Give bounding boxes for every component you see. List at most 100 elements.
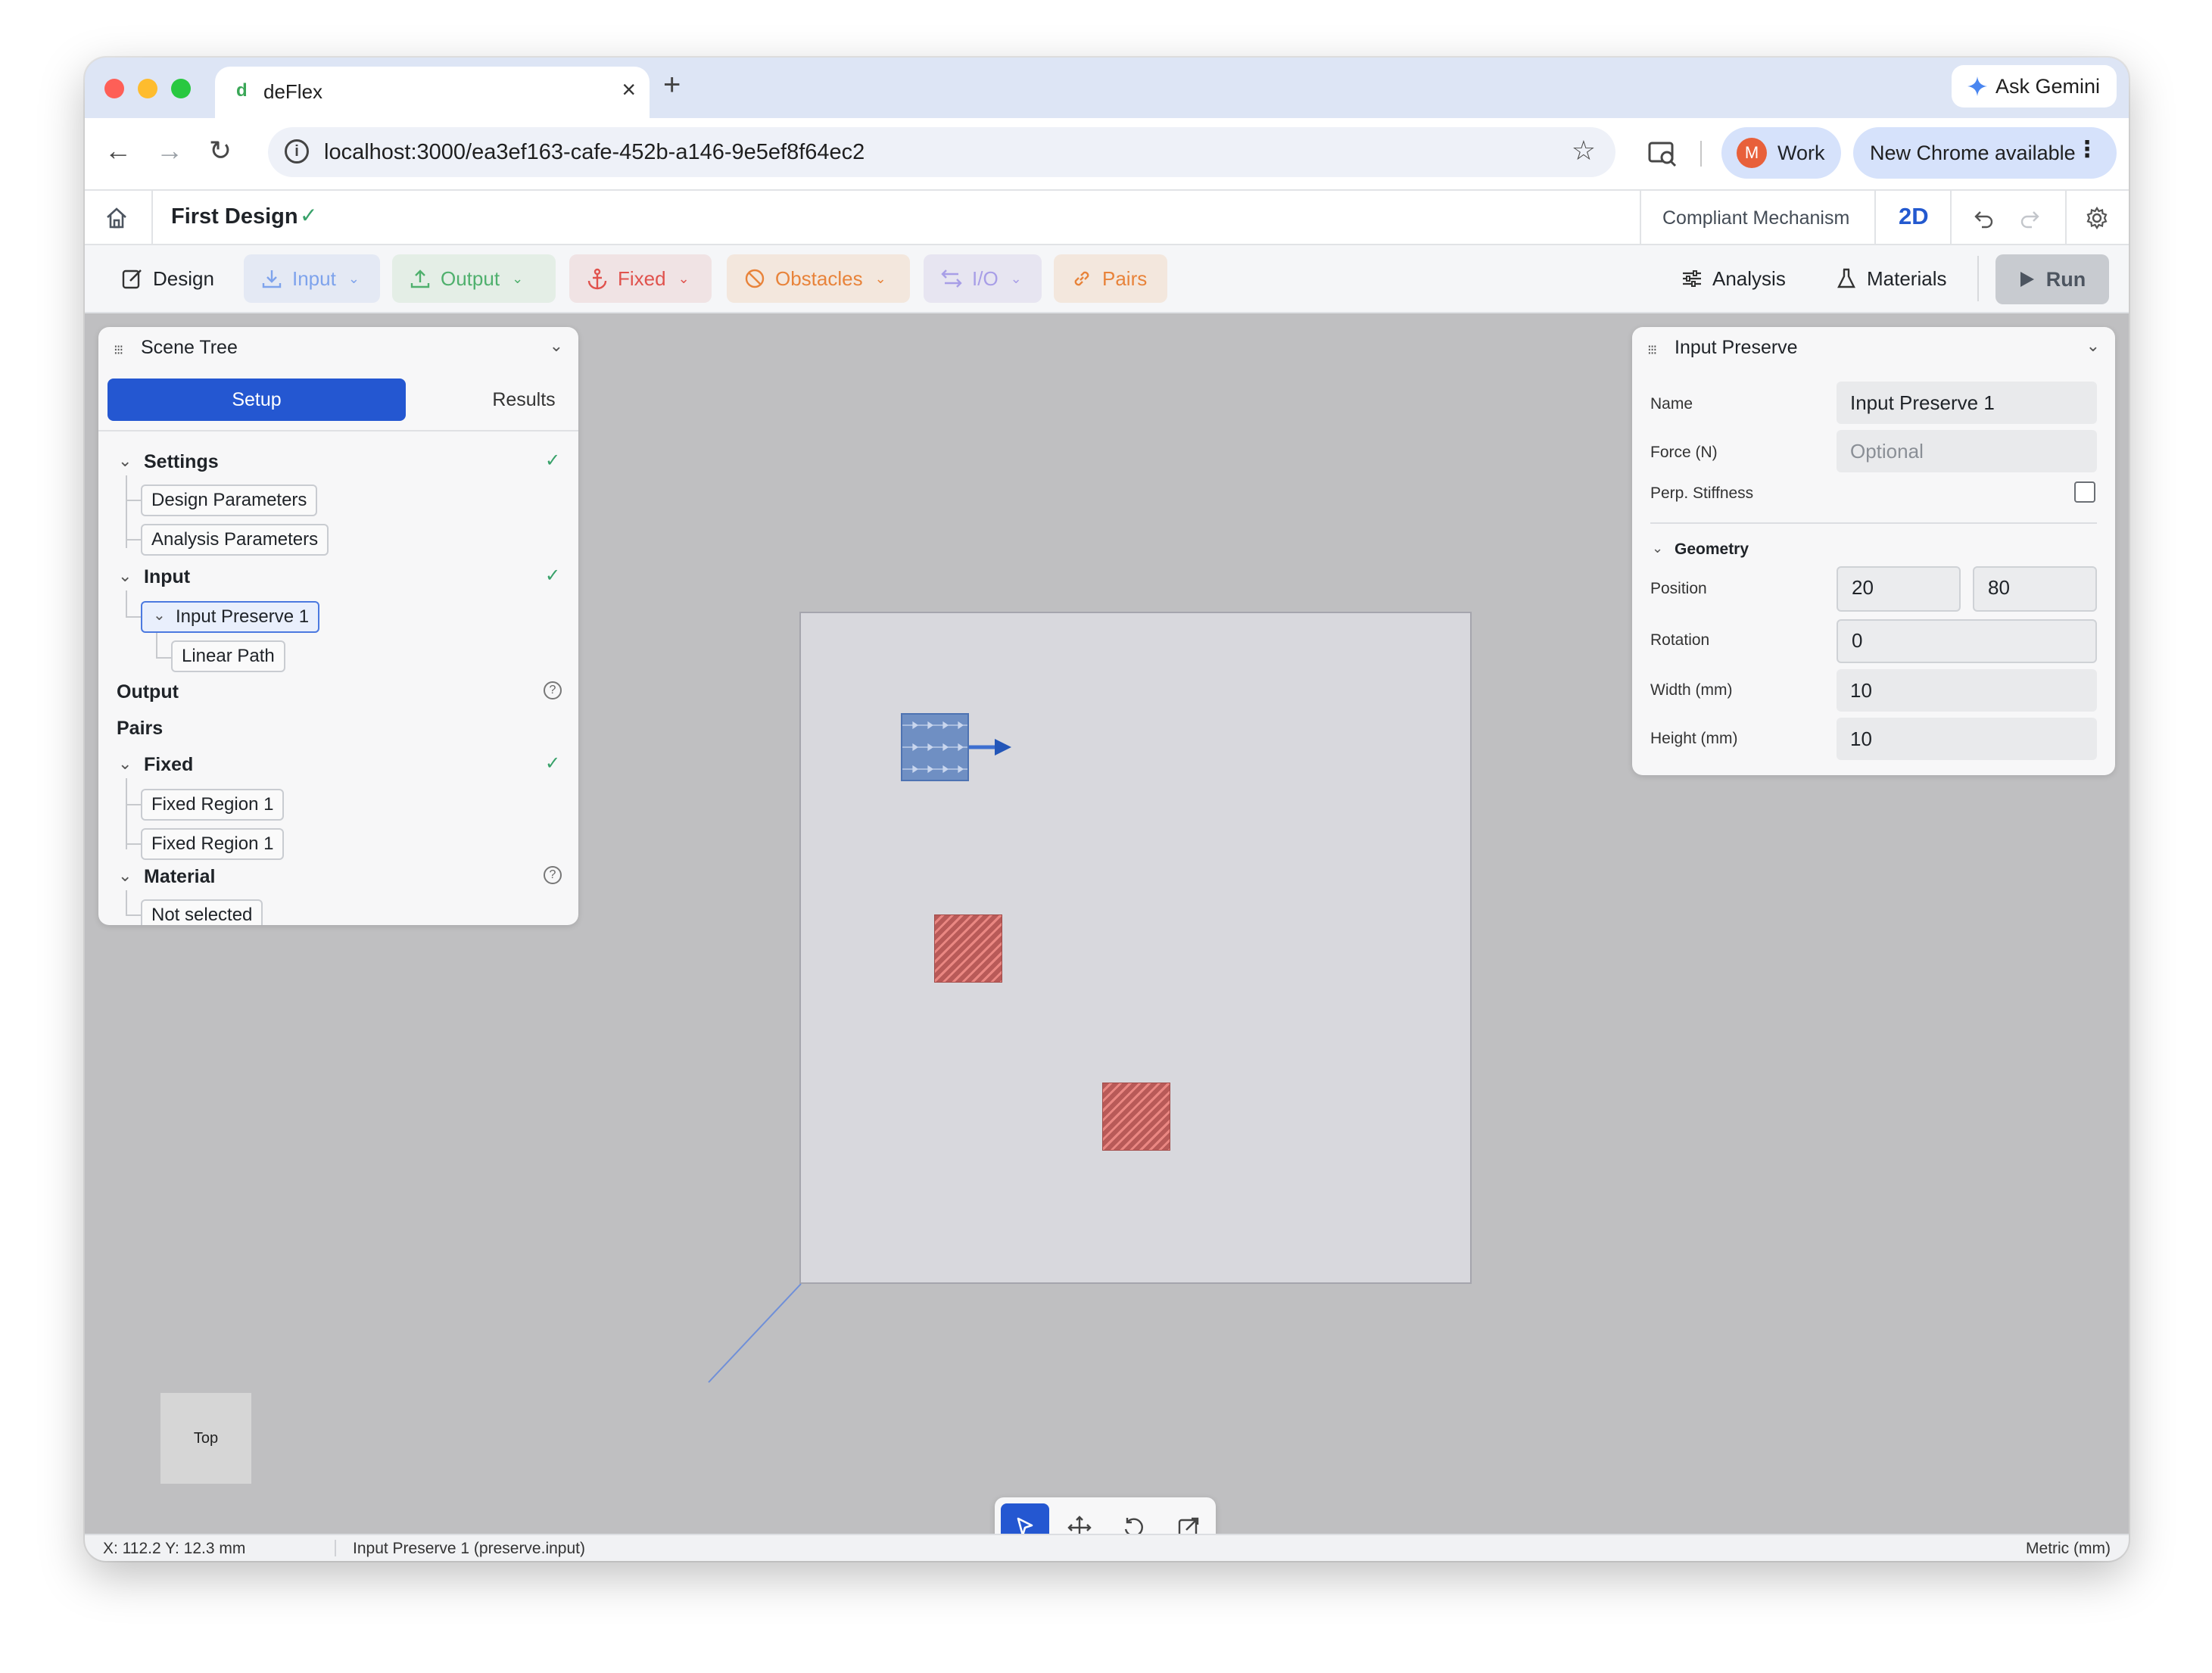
tab-setup[interactable]: Setup: [107, 379, 406, 421]
design-title[interactable]: First Design: [171, 204, 298, 229]
pairs-button[interactable]: Pairs: [1054, 254, 1167, 303]
forward-icon[interactable]: →: [156, 135, 183, 167]
browser-window: d deFlex × + Ask Gemini ← → ↻ i localhos…: [85, 58, 2129, 1561]
app-header: First Design ✓ Compliant Mechanism 2D: [85, 189, 2129, 245]
rotation-field[interactable]: 0: [1837, 619, 2097, 663]
avatar: M: [1737, 138, 1767, 168]
edit-icon: [122, 269, 142, 289]
scene-tree-title: Scene Tree: [141, 337, 238, 358]
input-direction-arrow-icon[interactable]: [969, 736, 1014, 759]
materials-button[interactable]: Materials: [1818, 254, 1963, 303]
mode-selector[interactable]: Compliant Mechanism: [1662, 207, 1849, 229]
chevron-down-icon[interactable]: ⌄: [118, 754, 132, 774]
tree-line: [156, 657, 171, 659]
fixed-region[interactable]: [934, 914, 1002, 983]
collapse-chevron-icon[interactable]: ⌄: [550, 336, 563, 356]
units-indicator[interactable]: Metric (mm): [2026, 1540, 2111, 1558]
fixed-button[interactable]: Fixed ⌄: [569, 254, 712, 303]
tree-section-input[interactable]: Input: [144, 566, 190, 588]
undo-icon[interactable]: [1973, 207, 1995, 230]
design-domain[interactable]: [799, 612, 1472, 1284]
run-button[interactable]: Run: [1995, 254, 2109, 304]
tree-line: [156, 633, 157, 659]
chevron-down-icon[interactable]: ⌄: [118, 866, 132, 886]
view-2d-toggle[interactable]: 2D: [1899, 203, 1929, 230]
help-icon[interactable]: ?: [544, 866, 562, 884]
position-y-field[interactable]: 80: [1973, 566, 2097, 612]
download-icon: [262, 270, 282, 288]
tree-section-fixed[interactable]: Fixed: [144, 754, 193, 776]
tab-results[interactable]: Results: [425, 379, 622, 421]
tree-section-pairs[interactable]: Pairs: [117, 718, 163, 740]
url-text[interactable]: localhost:3000/ea3ef163-cafe-452b-a146-9…: [324, 140, 865, 165]
profile-button[interactable]: M Work: [1721, 127, 1841, 179]
materials-label: Materials: [1867, 266, 1947, 290]
site-info-icon[interactable]: i: [285, 139, 309, 164]
obstacles-button[interactable]: Obstacles ⌄: [727, 254, 910, 303]
kebab-menu-icon[interactable]: ⋮: [2076, 136, 2098, 163]
position-x-field[interactable]: 20: [1837, 566, 1961, 612]
drag-handle-icon[interactable]: ⁝⁝⁝: [114, 342, 123, 358]
settings-gear-icon[interactable]: [2085, 206, 2109, 230]
anchor-icon: [587, 268, 607, 290]
name-field[interactable]: Input Preserve 1: [1837, 382, 2097, 424]
chevron-down-icon[interactable]: ⌄: [153, 601, 166, 630]
chevron-down-icon[interactable]: ⌄: [1652, 541, 1663, 556]
new-tab-icon[interactable]: +: [663, 68, 681, 102]
width-field[interactable]: 10: [1837, 669, 2097, 712]
chrome-update-button[interactable]: New Chrome available ⋮: [1853, 127, 2117, 179]
tree-line: [126, 778, 127, 849]
header-divider: [1950, 191, 1952, 245]
header-divider: [151, 191, 153, 245]
force-field[interactable]: Optional: [1837, 430, 2097, 472]
design-button[interactable]: Design: [104, 254, 231, 303]
home-icon[interactable]: [104, 206, 129, 230]
geometry-section-title[interactable]: Geometry: [1675, 541, 1749, 559]
collapse-chevron-icon[interactable]: ⌄: [2086, 336, 2100, 356]
chevron-down-icon[interactable]: ⌄: [118, 451, 132, 471]
minimize-window-button[interactable]: [138, 79, 157, 98]
help-icon[interactable]: ?: [544, 681, 562, 699]
ask-gemini-button[interactable]: Ask Gemini: [1951, 65, 2117, 107]
bookmark-star-icon[interactable]: ☆: [1572, 135, 1596, 167]
drag-handle-icon[interactable]: ⁝⁝⁝: [1647, 342, 1657, 358]
tree-section-material[interactable]: Material: [144, 866, 215, 888]
height-field[interactable]: 10: [1837, 718, 2097, 760]
close-tab-icon[interactable]: ×: [622, 76, 636, 104]
check-icon: ✓: [545, 565, 561, 586]
chevron-down-icon[interactable]: ⌄: [118, 566, 132, 586]
output-button[interactable]: Output ⌄: [392, 254, 556, 303]
back-icon[interactable]: ←: [104, 135, 132, 167]
tree-item-material-value[interactable]: Not selected: [141, 899, 263, 925]
header-divider: [1874, 191, 1876, 245]
fixed-region[interactable]: [1102, 1083, 1170, 1151]
browser-tab[interactable]: d deFlex ×: [215, 67, 650, 118]
viewport-canvas[interactable]: ⁝⁝⁝ Scene Tree ⌄ Setup Results ⌄ Setting…: [85, 313, 2129, 1558]
tree-item-design-parameters[interactable]: Design Parameters: [141, 484, 318, 516]
tree-section-output[interactable]: Output: [117, 681, 179, 703]
view-cube[interactable]: Top: [160, 1393, 251, 1484]
tree-item-fixed-region[interactable]: Fixed Region 1: [141, 789, 285, 821]
tree-item-analysis-parameters[interactable]: Analysis Parameters: [141, 524, 329, 556]
io-button[interactable]: I/O ⌄: [924, 254, 1042, 303]
toolbar-divider: [1700, 141, 1702, 167]
tree-item-input-preserve[interactable]: ⌄ Input Preserve 1: [141, 601, 320, 633]
tree-section-settings[interactable]: Settings: [144, 451, 219, 473]
maximize-window-button[interactable]: [171, 79, 191, 98]
input-preserve-region[interactable]: [901, 713, 969, 781]
ask-gemini-label: Ask Gemini: [1995, 74, 2100, 98]
input-button[interactable]: Input ⌄: [244, 254, 380, 303]
reload-icon[interactable]: ↻: [209, 135, 232, 167]
pairs-label: Pairs: [1102, 266, 1148, 290]
status-bar: X: 112.2 Y: 12.3 mm Input Preserve 1 (pr…: [85, 1534, 2129, 1561]
redo-icon[interactable]: [2018, 207, 2041, 230]
address-bar[interactable]: i localhost:3000/ea3ef163-cafe-452b-a146…: [268, 127, 1615, 177]
tree-item-fixed-region[interactable]: Fixed Region 1: [141, 828, 285, 860]
swap-arrows-icon: [941, 269, 962, 288]
tab-search-icon[interactable]: [1647, 138, 1678, 168]
perp-stiffness-checkbox[interactable]: [2074, 481, 2095, 503]
analysis-button[interactable]: Analysis: [1664, 254, 1802, 303]
tree-item-linear-path[interactable]: Linear Path: [171, 640, 285, 672]
tab-strip: d deFlex × + Ask Gemini: [85, 58, 2129, 118]
close-window-button[interactable]: [104, 79, 124, 98]
